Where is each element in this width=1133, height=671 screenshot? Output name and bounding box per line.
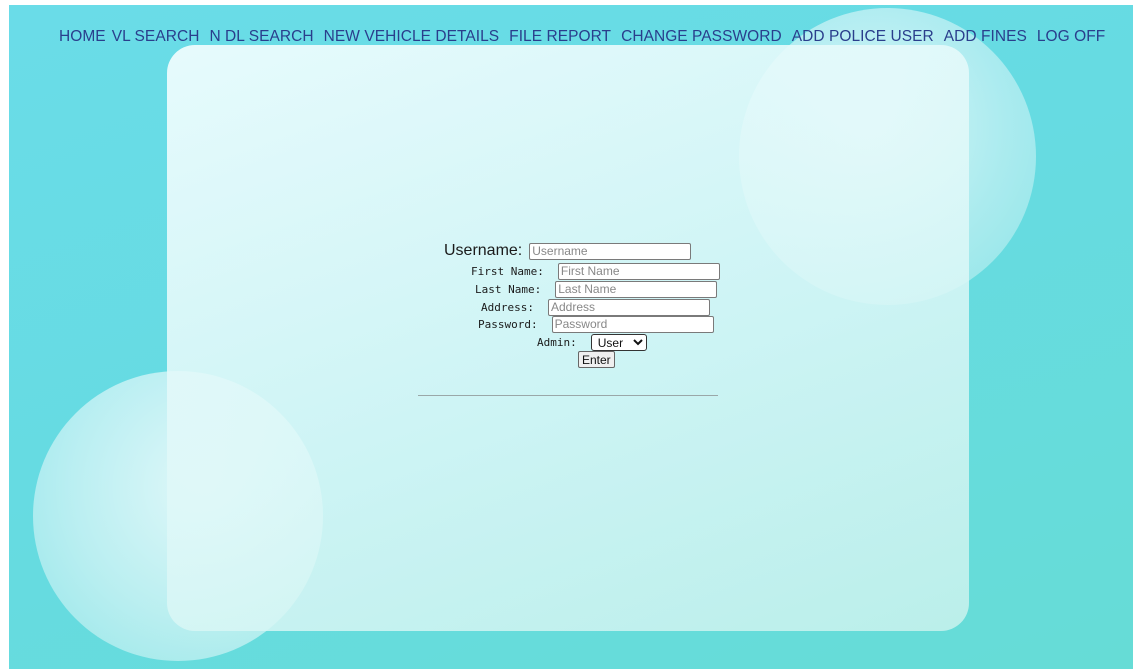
address-label: Address: [481,300,534,314]
password-input[interactable] [551,315,714,333]
username-row: Username: [444,241,692,261]
password-row: Password: [478,314,714,334]
last-name-row: Last Name: [475,279,718,299]
username-label: Username: [444,242,523,259]
last-name-input[interactable] [555,280,718,298]
first-name-row: First Name: [471,261,720,281]
enter-button[interactable]: Enter [578,351,615,368]
admin-select[interactable]: User [590,333,647,351]
divider [418,395,718,396]
first-name-input[interactable] [557,262,720,280]
username-input[interactable] [529,242,692,260]
first-name-label: First Name: [471,264,544,278]
add-user-form: Username: First Name: Last Name: Address… [0,0,1133,671]
admin-label: Admin: [537,335,577,349]
admin-row: Admin: User [537,332,647,352]
address-input[interactable] [547,298,710,316]
password-label: Password: [478,317,538,331]
last-name-label: Last Name: [475,282,542,296]
